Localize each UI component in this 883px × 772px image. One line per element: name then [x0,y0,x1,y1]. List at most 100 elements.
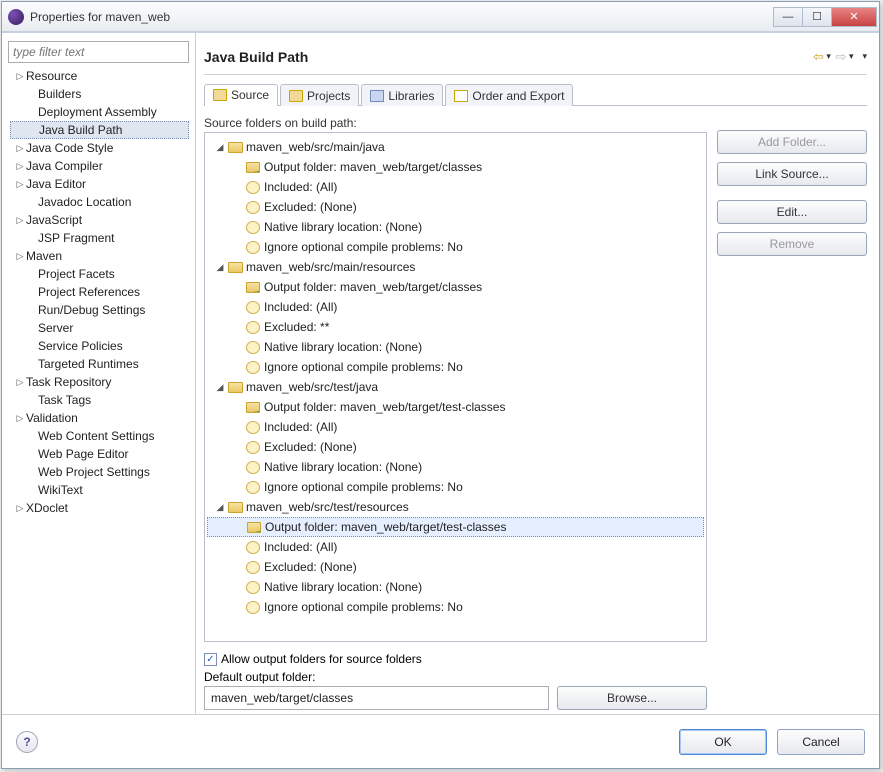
default-output-input[interactable] [204,686,549,710]
close-button[interactable]: ✕ [831,7,877,27]
tab-libraries[interactable]: Libraries [361,84,443,106]
filter-input[interactable] [8,41,189,63]
window-controls: — ☐ ✕ [774,7,877,27]
included-filter[interactable]: Included: (All) [207,417,704,437]
source-folder[interactable]: ◢maven_web/src/test/resources [207,497,704,517]
ic-ign-icon [245,480,261,494]
source-tree[interactable]: ◢maven_web/src/main/javaOutput folder: m… [204,132,707,642]
source-folder[interactable]: ◢maven_web/src/main/java [207,137,704,157]
tab-order-and-export[interactable]: Order and Export [445,84,573,106]
tree-label: Included: (All) [264,300,337,314]
tree-label: Included: (All) [264,420,337,434]
nav-item[interactable]: ▷XDoclet [10,499,189,517]
forward-icon[interactable]: ⇨ [834,50,848,64]
expand-icon: ▷ [14,377,26,388]
included-filter[interactable]: Included: (All) [207,297,704,317]
ic-inc-icon [245,420,261,434]
output-folder[interactable]: Output folder: maven_web/target/classes [207,277,704,297]
nav-item-label: Resource [26,69,77,83]
nav-item[interactable]: Web Project Settings [10,463,189,481]
nav-tree[interactable]: ▷ResourceBuildersDeployment AssemblyJava… [10,67,189,517]
nav-item-label: Web Project Settings [38,465,150,479]
ic-nat-icon [245,340,261,354]
included-filter[interactable]: Included: (All) [207,177,704,197]
link-source-button[interactable]: Link Source... [717,162,867,186]
nav-item[interactable]: Javadoc Location [10,193,189,211]
nav-item[interactable]: ▷Java Code Style [10,139,189,157]
nav-item-label: JSP Fragment [38,231,114,245]
add-folder-button[interactable]: Add Folder... [717,130,867,154]
ic-inc-icon [245,180,261,194]
dialog-footer: ? OK Cancel [2,714,879,768]
output-folder[interactable]: Output folder: maven_web/target/classes [207,157,704,177]
tree-label: maven_web/src/main/java [246,140,385,154]
nav-item[interactable]: ▷Java Compiler [10,157,189,175]
ignore-problems[interactable]: Ignore optional compile problems: No [207,237,704,257]
nav-item[interactable]: Task Tags [10,391,189,409]
native-lib[interactable]: Native library location: (None) [207,337,704,357]
nav-item[interactable]: Java Build Path [10,121,189,139]
nav-item[interactable]: WikiText [10,481,189,499]
back-menu-icon[interactable]: ▾ [826,51,831,62]
allow-output-checkbox[interactable]: ✓ [204,653,217,666]
browse-button[interactable]: Browse... [557,686,707,710]
minimize-button[interactable]: — [773,7,803,27]
tree-label: Output folder: maven_web/target/test-cla… [264,400,505,414]
tab-icon [213,89,227,101]
nav-item[interactable]: Web Content Settings [10,427,189,445]
source-tab-body: Source folders on build path: ◢maven_web… [204,106,867,714]
source-folder[interactable]: ◢maven_web/src/test/java [207,377,704,397]
nav-item[interactable]: Project References [10,283,189,301]
nav-item[interactable]: Server [10,319,189,337]
output-folder[interactable]: Output folder: maven_web/target/test-cla… [207,397,704,417]
nav-item[interactable]: Service Policies [10,337,189,355]
excluded-filter[interactable]: Excluded: (None) [207,437,704,457]
tab-projects[interactable]: Projects [280,84,359,106]
excluded-filter[interactable]: Excluded: (None) [207,557,704,577]
native-lib[interactable]: Native library location: (None) [207,217,704,237]
output-folder[interactable]: Output folder: maven_web/target/test-cla… [207,517,704,537]
maximize-button[interactable]: ☐ [802,7,832,27]
cancel-button[interactable]: Cancel [777,729,865,755]
view-menu-icon[interactable]: ▾ [862,51,867,62]
nav-item[interactable]: JSP Fragment [10,229,189,247]
nav-item[interactable]: Deployment Assembly [10,103,189,121]
nav-item[interactable]: Builders [10,85,189,103]
tree-label: Output folder: maven_web/target/classes [264,280,482,294]
ignore-problems[interactable]: Ignore optional compile problems: No [207,357,704,377]
ic-exc-icon [245,560,261,574]
forward-menu-icon[interactable]: ▾ [849,51,854,62]
default-output-label: Default output folder: [204,670,707,684]
tree-label: Native library location: (None) [264,340,422,354]
nav-item[interactable]: ▷Validation [10,409,189,427]
nav-item[interactable]: ▷Task Repository [10,373,189,391]
nav-item[interactable]: Web Page Editor [10,445,189,463]
remove-button[interactable]: Remove [717,232,867,256]
page-title: Java Build Path [204,49,811,65]
nav-item[interactable]: ▷JavaScript [10,211,189,229]
nav-item-label: Project References [38,285,140,299]
ok-button[interactable]: OK [679,729,767,755]
nav-item[interactable]: ▷Resource [10,67,189,85]
native-lib[interactable]: Native library location: (None) [207,577,704,597]
native-lib[interactable]: Native library location: (None) [207,457,704,477]
tab-source[interactable]: Source [204,84,278,106]
expand-icon: ▷ [14,503,26,514]
edit-button[interactable]: Edit... [717,200,867,224]
tree-label: Ignore optional compile problems: No [264,600,463,614]
tree-label: Native library location: (None) [264,460,422,474]
nav-item[interactable]: ▷Java Editor [10,175,189,193]
ic-nat-icon [245,580,261,594]
nav-item[interactable]: Run/Debug Settings [10,301,189,319]
nav-item[interactable]: ▷Maven [10,247,189,265]
nav-item[interactable]: Targeted Runtimes [10,355,189,373]
back-icon[interactable]: ⇦ [811,50,825,64]
ignore-problems[interactable]: Ignore optional compile problems: No [207,477,704,497]
ignore-problems[interactable]: Ignore optional compile problems: No [207,597,704,617]
nav-item[interactable]: Project Facets [10,265,189,283]
excluded-filter[interactable]: Excluded: ** [207,317,704,337]
help-icon[interactable]: ? [16,731,38,753]
included-filter[interactable]: Included: (All) [207,537,704,557]
source-folder[interactable]: ◢maven_web/src/main/resources [207,257,704,277]
excluded-filter[interactable]: Excluded: (None) [207,197,704,217]
